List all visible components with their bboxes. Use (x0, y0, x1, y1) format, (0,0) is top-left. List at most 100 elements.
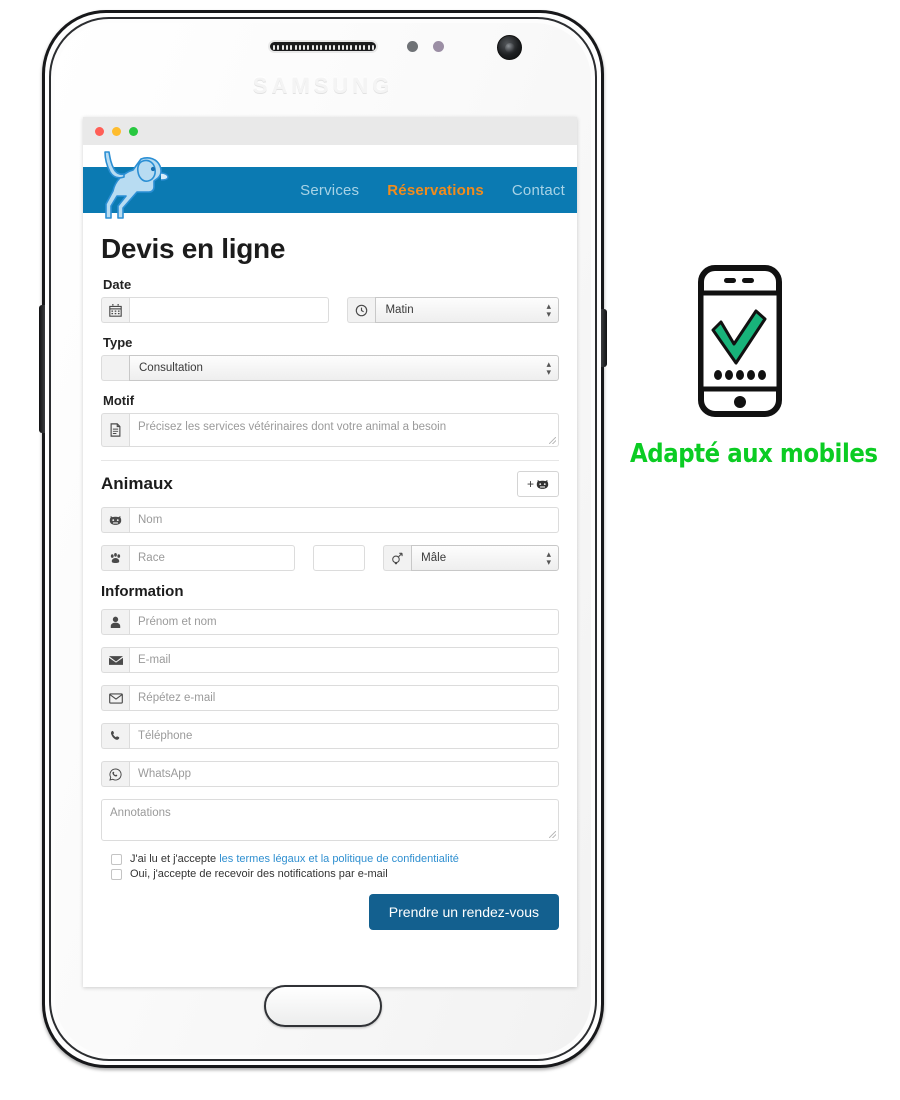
time-select-group[interactable]: Matin ▴ ▾ (347, 297, 559, 323)
calendar-icon (101, 297, 129, 323)
mail-outline-icon (101, 685, 129, 711)
animal-extra-group[interactable] (313, 545, 366, 571)
mobile-check-icon (698, 265, 782, 417)
phone-group[interactable]: Téléphone (101, 723, 559, 749)
annotations-group[interactable]: Annotations (101, 799, 559, 841)
phone-row: Téléphone (101, 723, 559, 749)
animaux-header: Animaux + (101, 471, 559, 497)
promo-block: Adapté aux mobiles (615, 265, 878, 469)
phone-input[interactable]: Téléphone (129, 723, 559, 749)
animal-extra-input[interactable] (313, 545, 366, 571)
email-row: E-mail (101, 647, 559, 673)
date-input[interactable] (129, 297, 330, 323)
motif-row: Précisez les services vétérinaires dont … (101, 413, 559, 447)
consent-terms-row[interactable]: J'ai lu et j'accepte les termes légaux e… (111, 853, 559, 865)
pet-face-icon (101, 507, 129, 533)
fullname-input[interactable]: Prénom et nom (129, 609, 559, 635)
motif-textarea[interactable]: Précisez les services vétérinaires dont … (129, 413, 559, 447)
minimize-dot[interactable] (112, 126, 121, 136)
consent-terms-text: J'ai lu et j'accepte les termes légaux e… (130, 853, 459, 865)
user-icon (101, 609, 129, 635)
submit-wrap: Prendre un rendez-vous (101, 894, 559, 930)
animal-race-row: Race Mâle ▴ ▾ (101, 545, 559, 571)
submit-button[interactable]: Prendre un rendez-vous (368, 894, 559, 930)
gender-value: Mâle (421, 552, 447, 564)
email-repeat-group[interactable]: Répétez e-mail (101, 685, 559, 711)
front-camera-icon (497, 35, 522, 60)
proximity-sensor-icon (407, 41, 418, 52)
email-input[interactable]: E-mail (129, 647, 559, 673)
type-select-group[interactable]: Consultation ▴ ▾ (101, 355, 559, 381)
consent-notifications-row[interactable]: Oui, j'accepte de recevoir des notificat… (111, 868, 559, 880)
document-icon (101, 413, 129, 447)
annotations-textarea[interactable]: Annotations (101, 799, 559, 841)
animal-gender-select[interactable]: Mâle ▴ ▾ (411, 545, 559, 571)
phone-device: SAMSUNG Services Réservations Contact De… (39, 10, 607, 1068)
consent-notifications-checkbox[interactable] (111, 868, 122, 880)
chevron-updown-icon: ▴ ▾ (546, 549, 551, 567)
fullname-row: Prénom et nom (101, 609, 559, 635)
nav-items: Services Réservations Contact (300, 167, 565, 213)
email-repeat-row: Répétez e-mail (101, 685, 559, 711)
animal-name-input[interactable]: Nom (129, 507, 559, 533)
whatsapp-icon (101, 761, 129, 787)
promo-text: Adapté aux mobiles (630, 439, 878, 469)
information-title: Information (101, 583, 184, 600)
animal-race-group[interactable]: Race (101, 545, 296, 571)
page-title: Devis en ligne (101, 233, 286, 264)
section-divider (101, 460, 559, 461)
time-select[interactable]: Matin ▴ ▾ (375, 297, 559, 323)
speaker-grille-icon (268, 40, 378, 53)
chevron-updown-icon: ▴ ▾ (546, 359, 551, 377)
close-dot[interactable] (95, 126, 104, 136)
time-select-value: Matin (385, 304, 414, 316)
whatsapp-row: WhatsApp (101, 761, 559, 787)
motif-group[interactable]: Précisez les services vétérinaires dont … (101, 413, 559, 447)
device-brand-label: SAMSUNG (252, 73, 394, 98)
dog-logo[interactable] (97, 147, 179, 223)
animal-race-input[interactable]: Race (129, 545, 296, 571)
power-button[interactable] (601, 309, 607, 367)
animal-name-group[interactable]: Nom (101, 507, 559, 533)
nav-item-reservations[interactable]: Réservations (387, 182, 484, 199)
date-row: Matin ▴ ▾ (101, 297, 559, 323)
consent-notifications-text: Oui, j'accepte de recevoir des notificat… (130, 868, 388, 880)
date-label: Date (103, 277, 132, 292)
type-select[interactable]: Consultation ▴ ▾ (129, 355, 559, 381)
browser-titlebar (83, 117, 577, 145)
site-header: Services Réservations Contact (83, 145, 577, 223)
nav-item-contact[interactable]: Contact (512, 182, 565, 199)
browser-viewport: Services Réservations Contact Devis en l… (83, 145, 577, 987)
home-button[interactable] (264, 985, 382, 1027)
mail-solid-icon (101, 647, 129, 673)
motif-label: Motif (103, 393, 135, 408)
animal-gender-group[interactable]: Mâle ▴ ▾ (383, 545, 559, 571)
plus-icon: + (526, 477, 534, 491)
form-page: Devis en ligne Date Matin ▴ ▾ Type Consu… (83, 233, 577, 930)
email-group[interactable]: E-mail (101, 647, 559, 673)
nav-item-services[interactable]: Services (300, 182, 359, 199)
screenshot-root: SAMSUNG Services Réservations Contact De… (0, 0, 900, 1100)
clock-icon (347, 297, 376, 323)
date-input-group[interactable] (101, 297, 330, 323)
type-select-value: Consultation (139, 362, 203, 374)
animaux-title: Animaux (101, 474, 173, 493)
terms-link[interactable]: les termes légaux et la politique de con… (219, 853, 459, 865)
consent-terms-checkbox[interactable] (111, 853, 122, 865)
phone-icon (101, 723, 129, 749)
type-row: Consultation ▴ ▾ (101, 355, 559, 381)
type-label: Type (103, 335, 133, 350)
volume-button[interactable] (39, 305, 45, 433)
consent-terms-prefix: J'ai lu et j'accepte (130, 853, 220, 865)
email-repeat-input[interactable]: Répétez e-mail (129, 685, 559, 711)
light-sensor-icon (433, 41, 444, 52)
annotations-row: Annotations (101, 799, 559, 841)
whatsapp-input[interactable]: WhatsApp (129, 761, 559, 787)
add-animal-button[interactable]: + (517, 471, 559, 497)
fullname-group[interactable]: Prénom et nom (101, 609, 559, 635)
whatsapp-group[interactable]: WhatsApp (101, 761, 559, 787)
maximize-dot[interactable] (129, 126, 138, 136)
animal-name-row: Nom (101, 507, 559, 533)
type-addon-icon (101, 355, 129, 381)
chevron-updown-icon: ▴ ▾ (546, 301, 551, 319)
